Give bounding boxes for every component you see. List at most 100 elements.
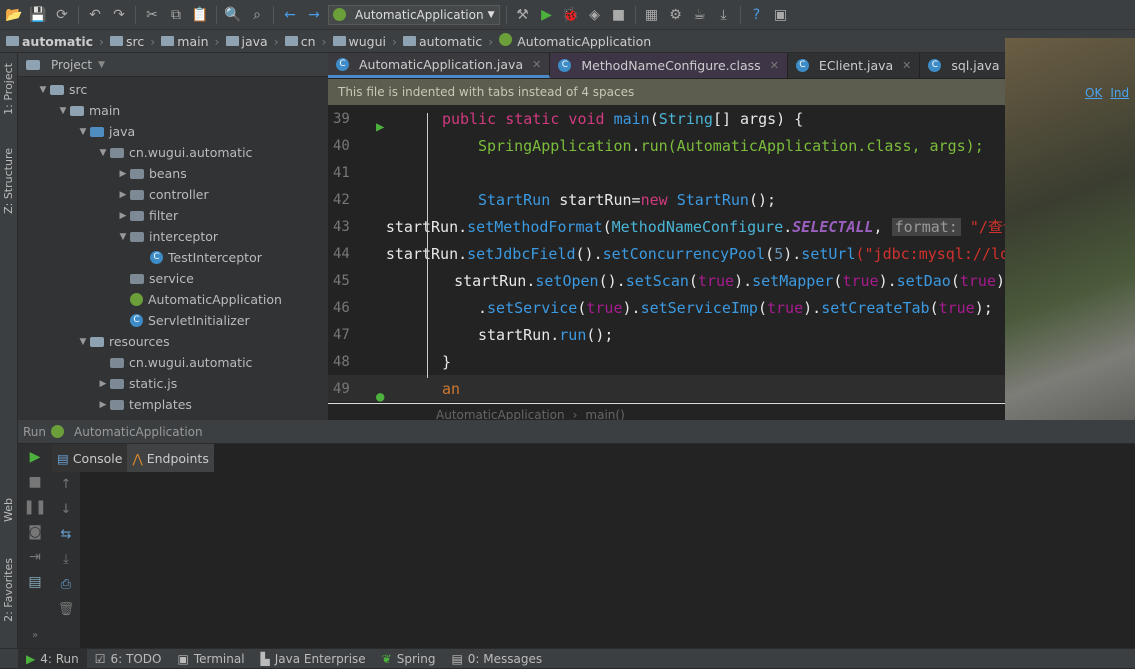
print-icon[interactable]: ⎙ [52, 572, 80, 597]
expanded-arrow-icon[interactable]: ▼ [96, 148, 110, 158]
breadcrumb-item[interactable]: src [110, 34, 144, 49]
terminal-icon[interactable]: ▣ [771, 5, 791, 25]
editor-tab[interactable]: C AutomaticApplication.java ✕ [328, 53, 551, 78]
redo-icon[interactable]: ↷ [109, 5, 129, 25]
rerun-icon[interactable]: ▶ [18, 444, 52, 469]
code-area[interactable]: 39 ▶ public static void main(String[] args… [328, 105, 1005, 405]
sync-icon[interactable]: ⟳ [52, 5, 72, 25]
up-arrow-icon[interactable]: ↑ [52, 472, 80, 497]
trash-icon[interactable]: 🗑 [52, 597, 80, 622]
back-icon[interactable]: ← [280, 5, 300, 25]
down-arrow-icon[interactable]: ↓ [52, 497, 80, 522]
collapsed-arrow-icon[interactable]: ▶ [96, 400, 110, 410]
run-gutter-icon[interactable]: ▶ [376, 119, 384, 135]
editor-tab[interactable]: Csql.java✕ [920, 53, 1005, 78]
tree-item[interactable]: ▼ main [18, 100, 328, 121]
footer-crumb-method[interactable]: main() [585, 408, 624, 421]
bottom-tab[interactable]: ☑ 6: TODO [87, 649, 170, 669]
tree-item[interactable]: AutomaticApplication [18, 289, 328, 310]
bottom-tab[interactable]: ▣ Terminal [169, 649, 252, 669]
close-icon[interactable]: ✕ [532, 58, 541, 71]
bottom-tab[interactable]: ▤ 0: Messages [443, 649, 550, 669]
sdk-icon[interactable]: ☕ [690, 5, 710, 25]
project-structure-icon[interactable]: ▦ [642, 5, 662, 25]
help-icon[interactable]: ? [747, 5, 767, 25]
project-tool-button[interactable]: 1: Project [2, 63, 15, 115]
project-panel-title[interactable]: Project [51, 58, 92, 72]
structure-tool-button[interactable]: Z: Structure [2, 148, 15, 214]
notice-indent-link[interactable]: Ind [1110, 86, 1129, 100]
expanded-arrow-icon[interactable]: ▼ [76, 337, 90, 347]
build-icon[interactable]: ⚒ [513, 5, 533, 25]
forward-icon[interactable]: → [304, 5, 324, 25]
expanded-arrow-icon[interactable]: ▼ [116, 232, 130, 242]
tree-item[interactable]: C ServletInitializer [18, 310, 328, 331]
layout-icon[interactable]: ▤ [18, 569, 52, 594]
bottom-tab[interactable]: ▙ Java Enterprise [253, 649, 374, 669]
collapsed-arrow-icon[interactable]: ▶ [116, 169, 130, 179]
stop-icon[interactable]: ■ [609, 5, 629, 25]
chevron-down-icon[interactable]: ▼ [98, 60, 105, 70]
tree-item[interactable]: ▶ filter [18, 205, 328, 226]
close-icon[interactable]: ✕ [902, 59, 911, 72]
breadcrumb-item[interactable]: AutomaticApplication [499, 33, 651, 49]
collapsed-arrow-icon[interactable]: ▶ [96, 379, 110, 389]
stop-icon[interactable]: ■ [18, 469, 52, 494]
cut-icon[interactable]: ✂ [142, 5, 162, 25]
tree-item[interactable]: ▶ static.js [18, 373, 328, 394]
replace-icon[interactable]: ⌕ [247, 5, 267, 25]
bottom-tab[interactable]: ❦ Spring [374, 649, 444, 669]
tree-item[interactable]: ▶ controller [18, 184, 328, 205]
scroll-to-end-icon[interactable]: ⤓ [52, 547, 80, 572]
more-icon[interactable]: » [18, 623, 52, 648]
soft-wrap-icon[interactable]: ⇆ [52, 522, 80, 547]
open-icon[interactable]: 📂 [4, 5, 24, 25]
save-icon[interactable]: 💾 [28, 5, 48, 25]
download-icon[interactable]: ⤓ [714, 5, 734, 25]
bottom-tab[interactable]: ▶ 4: Run [18, 648, 87, 669]
tab-console[interactable]: ▤ Console [52, 444, 127, 472]
tab-endpoints[interactable]: ⋀ Endpoints [127, 444, 214, 472]
expanded-arrow-icon[interactable]: ▼ [36, 85, 50, 95]
expanded-arrow-icon[interactable]: ▼ [56, 106, 70, 116]
tree-item[interactable]: ▼ resources [18, 331, 328, 352]
breadcrumb-item[interactable]: java [225, 34, 268, 49]
settings-icon[interactable]: ⚙ [666, 5, 686, 25]
expanded-arrow-icon[interactable]: ▼ [76, 127, 90, 137]
tree-item[interactable]: ▼ src [18, 79, 328, 100]
web-tool-button[interactable]: Web [2, 498, 15, 522]
breadcrumb-item[interactable]: automatic [403, 34, 482, 49]
collapsed-arrow-icon[interactable]: ▶ [116, 190, 130, 200]
favorites-tool-button[interactable]: 2: Favorites [2, 558, 15, 622]
tree-item[interactable]: cn.wugui.automatic [18, 352, 328, 373]
footer-crumb-class[interactable]: AutomaticApplication [436, 408, 565, 421]
editor-tab[interactable]: C MethodNameConfigure.class ✕ [550, 53, 788, 78]
paste-icon[interactable]: 📋 [190, 5, 210, 25]
coverage-icon[interactable]: ◈ [585, 5, 605, 25]
tree-item[interactable]: service [18, 268, 328, 289]
editor-tab[interactable]: C EClient.java ✕ [788, 53, 921, 78]
collapsed-arrow-icon[interactable]: ▶ [116, 211, 130, 221]
debug-icon[interactable]: 🐞 [561, 5, 581, 25]
copy-icon[interactable]: ⧉ [166, 5, 186, 25]
notice-ok-link[interactable]: OK [1085, 86, 1102, 100]
pause-icon[interactable]: ❚❚ [18, 494, 52, 519]
tree-item[interactable]: ▼ cn.wugui.automatic [18, 142, 328, 163]
breadcrumb-item[interactable]: main [161, 34, 209, 49]
find-icon[interactable]: 🔍 [223, 5, 243, 25]
tree-item[interactable]: C TestInterceptor [18, 247, 328, 268]
run-icon[interactable]: ▶ [537, 5, 557, 25]
close-icon[interactable]: ✕ [770, 59, 779, 72]
tree-item[interactable]: ▼ interceptor [18, 226, 328, 247]
tree-item[interactable]: ▶ beans [18, 163, 328, 184]
tree-item[interactable]: ▼ java [18, 121, 328, 142]
breadcrumb-item[interactable]: automatic [6, 34, 93, 49]
breadcrumb-item[interactable]: wugui [332, 34, 386, 49]
tree-item[interactable]: ▶ templates [18, 394, 328, 415]
breadcrumb-item[interactable]: cn [284, 34, 316, 49]
dump-threads-icon[interactable]: ◙ [18, 519, 52, 544]
spring-gutter-icon[interactable]: ● [376, 389, 384, 405]
run-config-select[interactable]: AutomaticApplication ▼ [328, 4, 500, 25]
exit-icon[interactable]: ⇥ [18, 544, 52, 569]
undo-icon[interactable]: ↶ [85, 5, 105, 25]
